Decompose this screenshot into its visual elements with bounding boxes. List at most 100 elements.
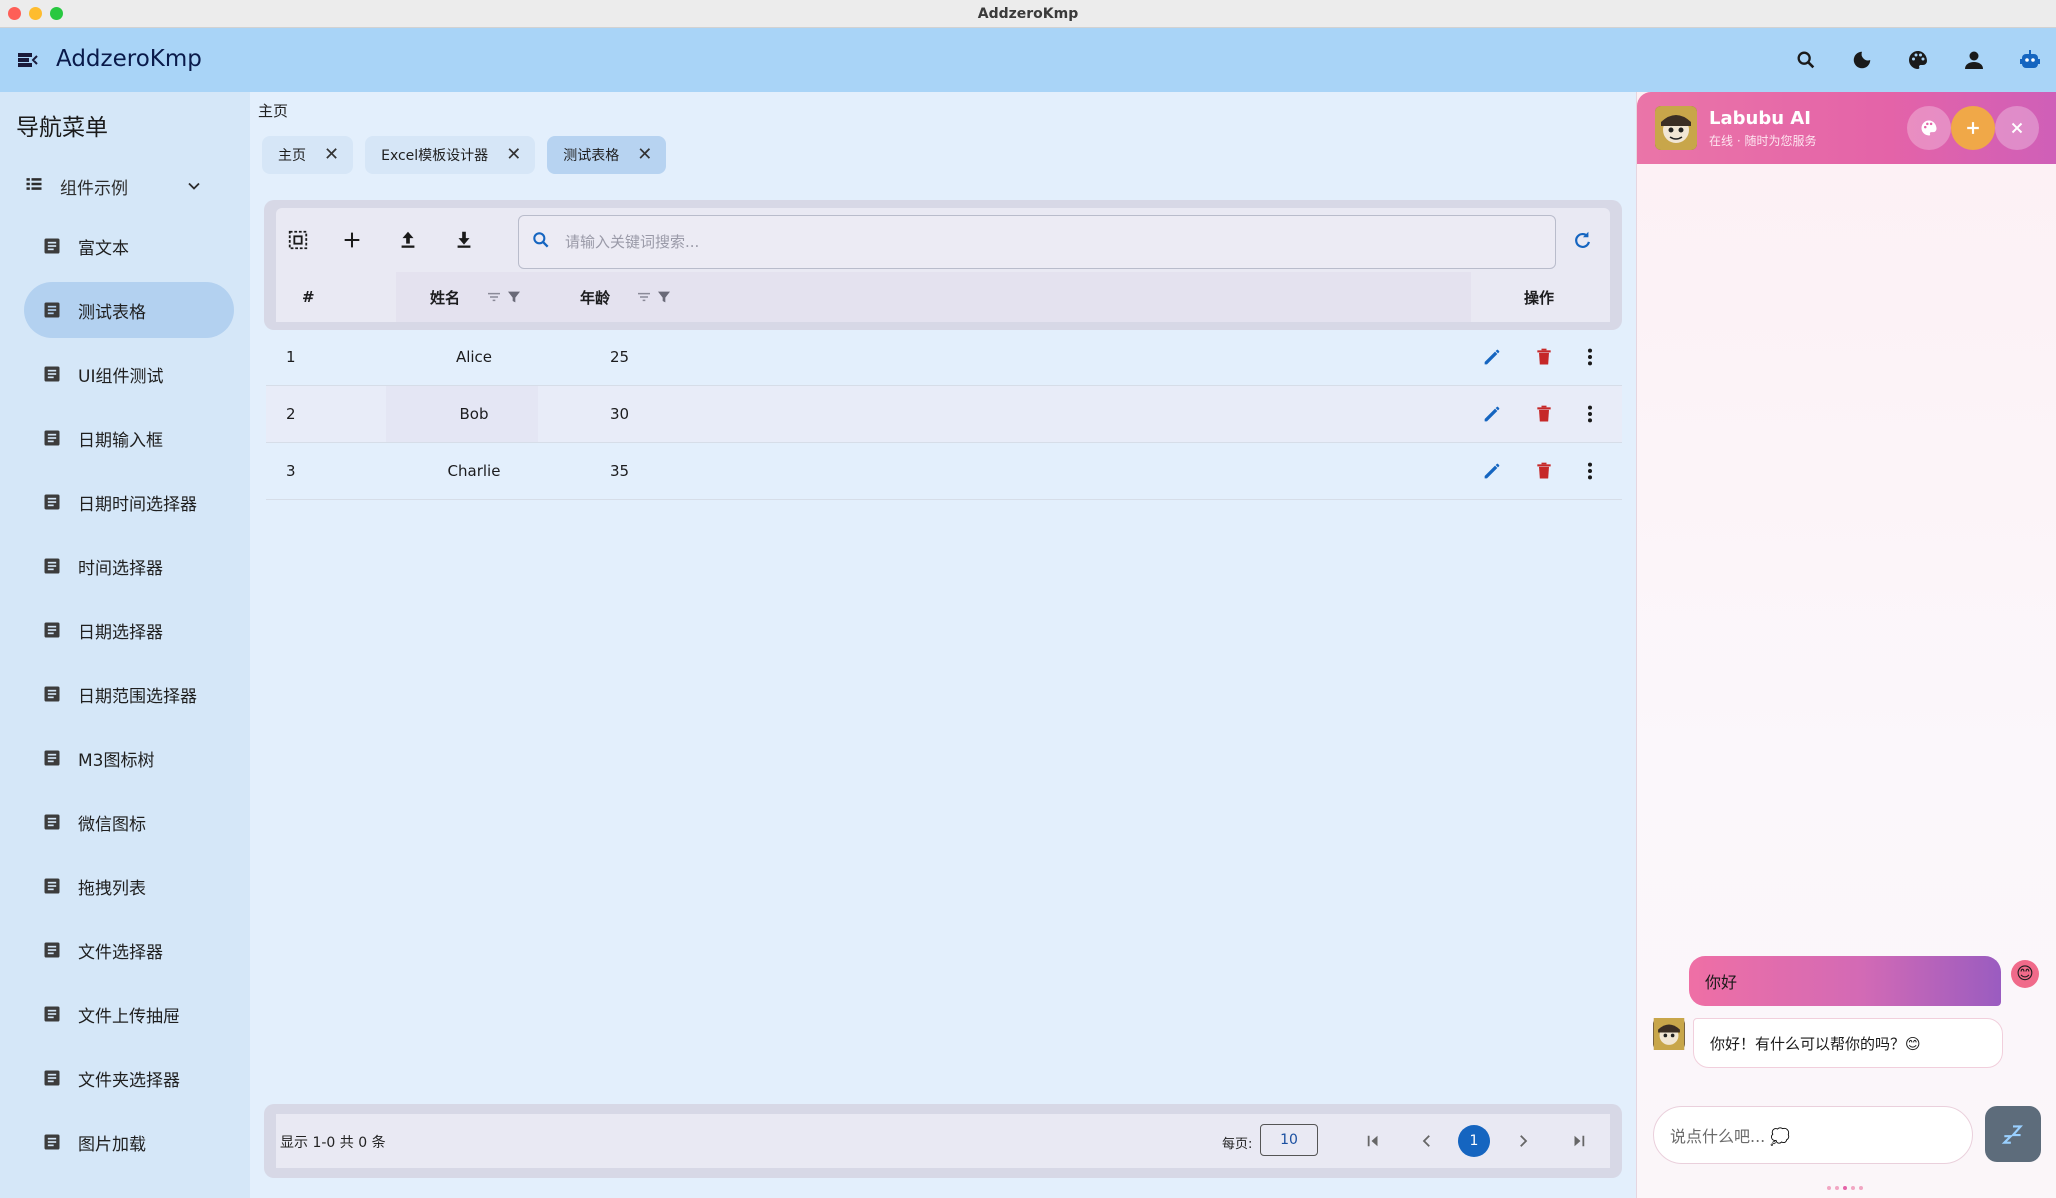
refresh-icon[interactable]	[1568, 226, 1596, 254]
dark-mode-icon[interactable]	[1846, 44, 1878, 76]
document-icon	[44, 366, 60, 382]
row-index: 1	[286, 348, 296, 366]
tab-home[interactable]: 主页 ✕	[262, 136, 354, 174]
sidebar-item-label: 文件上传抽屉	[78, 1006, 180, 1027]
next-page-icon[interactable]	[1510, 1128, 1536, 1154]
table-row[interactable]: 3 Charlie 35	[266, 443, 1622, 500]
tab-excel-designer[interactable]: Excel模板设计器 ✕	[365, 136, 536, 174]
more-vert-icon[interactable]	[1578, 402, 1602, 426]
sidebar-item-wechat-icons[interactable]: 微信图标	[24, 794, 234, 850]
search-icon[interactable]	[1790, 44, 1822, 76]
appbar-actions	[1790, 44, 2046, 76]
tab-label: 主页	[278, 148, 306, 164]
account-icon[interactable]	[1958, 44, 1990, 76]
document-icon	[44, 942, 60, 958]
download-icon[interactable]	[450, 226, 478, 254]
edit-icon[interactable]	[1480, 345, 1504, 369]
document-icon	[44, 878, 60, 894]
table-row[interactable]: 1 Alice 25	[266, 329, 1622, 386]
last-page-icon[interactable]	[1566, 1128, 1592, 1154]
close-window-button[interactable]	[8, 7, 21, 20]
per-page-label: 每页:	[1222, 1137, 1253, 1152]
labubu-avatar	[1655, 106, 1697, 150]
close-icon[interactable]: ✕	[637, 146, 652, 164]
sidebar-item-date-input[interactable]: 日期输入框	[24, 410, 234, 466]
delete-icon[interactable]	[1532, 402, 1556, 426]
more-vert-icon[interactable]	[1578, 345, 1602, 369]
sidebar-item-m3-icon-tree[interactable]: M3图标树	[24, 730, 234, 786]
app-title: AddzeroKmp	[56, 46, 202, 72]
nav-group-label: 组件示例	[60, 178, 128, 199]
sidebar-item-label: 拖拽列表	[78, 878, 146, 899]
menu-toggle-icon[interactable]	[16, 48, 40, 72]
upload-icon[interactable]	[394, 226, 422, 254]
pagination-info: 显示 1-0 共 0 条	[280, 1135, 386, 1151]
chat-bot-status: 在线 · 随时为您服务	[1709, 134, 1817, 148]
filter-icon[interactable]	[506, 272, 522, 322]
palette-icon[interactable]	[1902, 44, 1934, 76]
sidebar-item-time-picker[interactable]: 时间选择器	[24, 538, 234, 594]
chat-input[interactable]: 说点什么吧... 💭	[1653, 1106, 1973, 1164]
chevron-down-icon[interactable]	[184, 176, 204, 200]
first-page-icon[interactable]	[1360, 1128, 1386, 1154]
sidebar-item-datetime-picker[interactable]: 日期时间选择器	[24, 474, 234, 530]
add-icon[interactable]	[338, 226, 366, 254]
sidebar-item-date-picker[interactable]: 日期选择器	[24, 602, 234, 658]
sidebar-item-label: 文件选择器	[78, 942, 163, 963]
previous-page-icon[interactable]	[1414, 1128, 1440, 1154]
sidebar-item-test-table[interactable]: 测试表格	[24, 282, 234, 338]
close-icon[interactable]: ✕	[506, 146, 521, 164]
sidebar-item-drag-list[interactable]: 拖拽列表	[24, 858, 234, 914]
sidebar-item-ui-components[interactable]: UI组件测试	[24, 346, 234, 402]
current-page-indicator[interactable]: 1	[1458, 1125, 1490, 1157]
sidebar-item-date-range-picker[interactable]: 日期范围选择器	[24, 666, 234, 722]
sidebar-item-file-picker[interactable]: 文件选择器	[24, 922, 234, 978]
table-header: # 姓名 年龄 操作	[276, 272, 1610, 322]
sidebar-item-image-loading[interactable]: 图片加载	[24, 1114, 234, 1170]
robot-icon[interactable]	[2014, 44, 2046, 76]
search-input[interactable]	[565, 233, 1465, 251]
sidebar-item-rich-text[interactable]: 富文本	[24, 218, 234, 274]
new-chat-icon[interactable]	[1951, 106, 1995, 150]
tab-test-table[interactable]: 测试表格 ✕	[547, 136, 667, 174]
sidebar-item-folder-picker[interactable]: 文件夹选择器	[24, 1050, 234, 1106]
edit-icon[interactable]	[1480, 459, 1504, 483]
row-name: Charlie	[447, 462, 501, 480]
sidebar-item-label: 日期选择器	[78, 622, 163, 643]
document-icon	[44, 750, 60, 766]
more-vert-icon[interactable]	[1578, 459, 1602, 483]
palette-icon[interactable]	[1907, 106, 1951, 150]
search-field[interactable]	[518, 215, 1556, 269]
column-header-name[interactable]: 姓名	[430, 272, 460, 322]
sleep-icon[interactable]	[1985, 1106, 2041, 1162]
minimize-window-button[interactable]	[29, 7, 42, 20]
row-name: Alice	[455, 348, 493, 366]
column-header-age[interactable]: 年龄	[580, 272, 610, 322]
row-index: 2	[286, 405, 296, 423]
table-toolbar	[276, 208, 1610, 272]
window-title: AddzeroKmp	[977, 5, 1079, 22]
window-titlebar: AddzeroKmp	[0, 0, 2056, 28]
row-age: 25	[610, 348, 630, 366]
close-icon[interactable]	[1995, 106, 2039, 150]
edit-icon[interactable]	[1480, 402, 1504, 426]
app-bar: AddzeroKmp	[0, 28, 2056, 92]
zoom-window-button[interactable]	[50, 7, 63, 20]
delete-icon[interactable]	[1532, 459, 1556, 483]
delete-icon[interactable]	[1532, 345, 1556, 369]
nav-group-components[interactable]: 组件示例	[24, 166, 214, 206]
sidebar-item-label: 测试表格	[78, 302, 146, 323]
sidebar-item-file-upload-drawer[interactable]: 文件上传抽屉	[24, 986, 234, 1042]
filter-icon[interactable]	[656, 272, 672, 322]
document-icon	[44, 558, 60, 574]
per-page-input[interactable]: 10	[1260, 1124, 1318, 1156]
select-all-icon[interactable]	[284, 226, 312, 254]
sort-icon[interactable]	[636, 272, 652, 322]
table-row[interactable]: 2 Bob 30	[266, 386, 1622, 443]
sidebar-item-label: 日期输入框	[78, 430, 163, 451]
document-icon	[44, 1134, 60, 1150]
nav-title: 导航菜单	[16, 115, 108, 141]
close-icon[interactable]: ✕	[324, 146, 339, 164]
sidebar-item-label: 图片加载	[78, 1134, 146, 1155]
sort-icon[interactable]	[486, 272, 502, 322]
